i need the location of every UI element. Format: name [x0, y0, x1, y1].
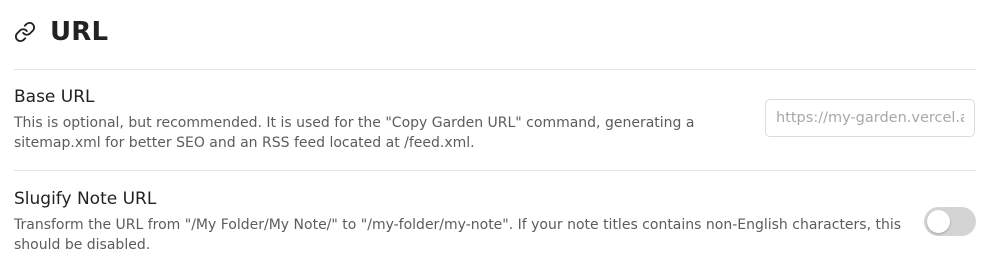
section-header: URL [14, 14, 108, 50]
setting-description: This is optional, but recommended. It is… [14, 115, 695, 151]
setting-info: Slugify Note URL Transform the URL from … [14, 187, 904, 255]
toggle-knob [927, 210, 950, 233]
divider [14, 69, 976, 70]
setting-info: Base URL This is optional, but recommend… [14, 85, 744, 153]
divider [14, 170, 976, 171]
link-icon [14, 21, 36, 43]
base-url-input[interactable] [765, 99, 975, 137]
setting-base-url: Base URL This is optional, but recommend… [14, 85, 976, 157]
section-title: URL [50, 17, 109, 47]
setting-description: Transform the URL from "/My Folder/My No… [14, 217, 902, 253]
setting-name: Base URL [14, 87, 95, 107]
setting-slugify-note-url: Slugify Note URL Transform the URL from … [14, 187, 976, 259]
slugify-toggle[interactable] [924, 207, 976, 236]
setting-name: Slugify Note URL [14, 189, 157, 209]
